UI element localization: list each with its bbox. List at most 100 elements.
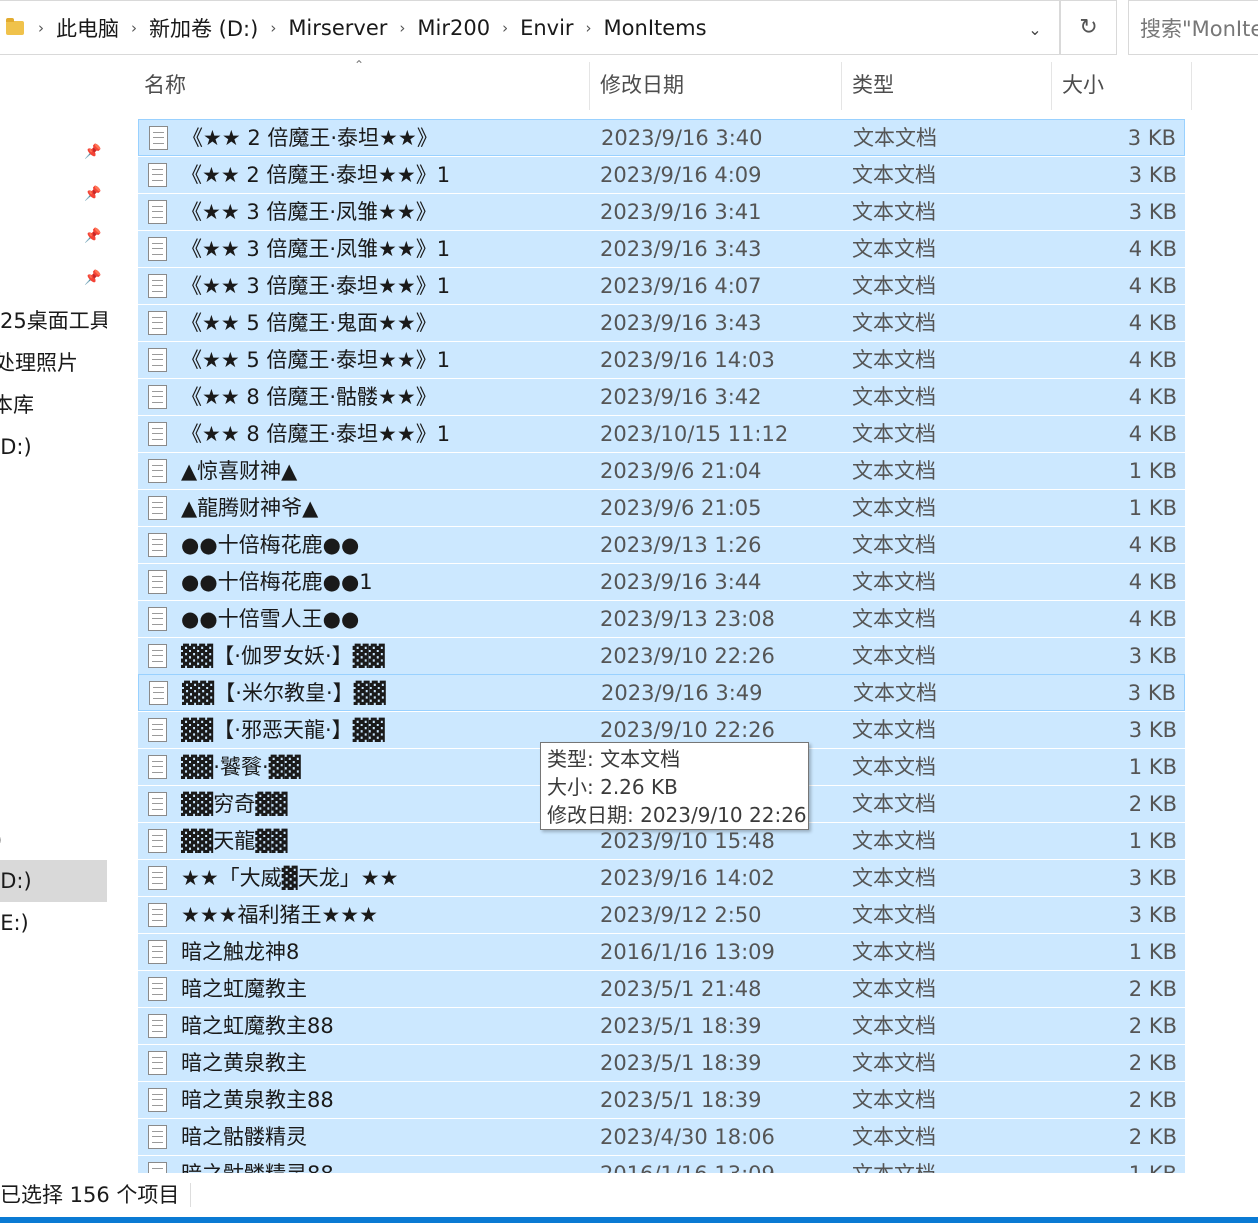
search-input[interactable]: 搜索"MonItems"	[1128, 0, 1258, 55]
pin-icon: 📌	[84, 186, 102, 202]
file-row[interactable]: 暗之虹魔教主 2023/5/1 21:48 文本文档 2 KB	[138, 970, 1185, 1007]
chevron-right-icon[interactable]: ›	[582, 19, 596, 37]
column-header-name[interactable]: 名称	[138, 62, 590, 110]
file-row[interactable]: 暗之黄泉教主88 2023/5/1 18:39 文本文档 2 KB	[138, 1081, 1185, 1118]
file-row[interactable]: 《★★ 5 倍魔王·泰坦★★》1 2023/9/16 14:03 文本文档 4 KB	[138, 341, 1185, 378]
file-name: 暗之骷髅精灵88	[181, 1156, 591, 1173]
breadcrumb-mir200[interactable]: Mir200	[409, 16, 498, 40]
chevron-right-icon[interactable]: ›	[266, 19, 280, 37]
file-size: 1 KB	[1128, 496, 1177, 520]
file-row[interactable]: ★★「大威▓天龙」★★ 2023/9/16 14:02 文本文档 3 KB	[138, 859, 1185, 896]
file-type: 文本文档	[852, 940, 936, 964]
navigation-pane: 📌 📌 📌 📌 25桌面工具 处理照片 本库 (D:) ) (D:) (E:)	[0, 56, 110, 1173]
file-row[interactable]: 暗之骷髅精灵88 2016/1/16 13:09 文本文档 1 KB	[138, 1155, 1185, 1173]
text-file-icon	[148, 385, 167, 409]
nav-item-drive-d[interactable]: (D:)	[0, 426, 99, 468]
breadcrumb-this-pc[interactable]: 此电脑	[48, 13, 127, 43]
chevron-down-icon[interactable]: ⌄	[1020, 15, 1050, 43]
file-size: 4 KB	[1128, 570, 1177, 594]
file-row[interactable]: 《★★ 2 倍魔王·泰坦★★》 2023/9/16 3:40 文本文档 3 KB	[138, 119, 1185, 156]
file-name: ▲龍腾财神爷▲	[181, 496, 319, 520]
file-name: ▓▓穷奇▓▓	[181, 792, 288, 816]
file-name: 《★★ 3 倍魔王·泰坦★★》1	[181, 274, 451, 298]
file-type: 文本文档	[852, 829, 936, 853]
file-size: 1 KB	[1128, 459, 1177, 483]
file-row[interactable]: 暗之黄泉教主 2023/5/1 18:39 文本文档 2 KB	[138, 1044, 1185, 1081]
column-header-date[interactable]: 修改日期	[594, 62, 842, 110]
file-name: 《★★ 5 倍魔王·鬼面★★》	[181, 311, 437, 335]
file-type: 文本文档	[853, 681, 937, 705]
file-type: 文本文档	[852, 311, 936, 335]
file-size: 4 KB	[1128, 607, 1177, 631]
file-row[interactable]: 暗之骷髅精灵 2023/4/30 18:06 文本文档 2 KB	[138, 1118, 1185, 1155]
breadcrumb-monitems[interactable]: MonItems	[596, 16, 715, 40]
file-row[interactable]: ●●十倍梅花鹿●●1 2023/9/16 3:44 文本文档 4 KB	[138, 563, 1185, 600]
file-row[interactable]: ★★★福利猪王★★★ 2023/9/12 2:50 文本文档 3 KB	[138, 896, 1185, 933]
text-file-icon	[148, 903, 167, 927]
text-file-icon	[148, 866, 167, 890]
file-row[interactable]: ▲惊喜财神▲ 2023/9/6 21:04 文本文档 1 KB	[138, 452, 1185, 489]
file-name: 暗之骷髅精灵	[181, 1125, 307, 1149]
nav-item-photos[interactable]: 处理照片	[0, 342, 101, 384]
file-size: 4 KB	[1128, 237, 1177, 261]
file-row[interactable]: 《★★ 8 倍魔王·泰坦★★》1 2023/10/15 11:12 文本文档 4 KB	[138, 415, 1185, 452]
chevron-right-icon[interactable]: ›	[34, 19, 48, 37]
file-size: 2 KB	[1128, 1051, 1177, 1075]
file-type: 文本文档	[852, 163, 936, 187]
file-row[interactable]: ●●十倍雪人王●● 2023/9/13 23:08 文本文档 4 KB	[138, 600, 1185, 637]
file-type: 文本文档	[852, 459, 936, 483]
file-row[interactable]: ▲龍腾财神爷▲ 2023/9/6 21:05 文本文档 1 KB	[138, 489, 1185, 526]
text-file-icon	[149, 681, 168, 705]
file-row[interactable]: 暗之触龙神8 2016/1/16 13:09 文本文档 1 KB	[138, 933, 1185, 970]
file-row[interactable]: ▓▓【·伽罗女妖·】▓▓ 2023/9/10 22:26 文本文档 3 KB	[138, 637, 1185, 674]
file-size: 1 KB	[1128, 755, 1177, 779]
nav-item-drive-d-selected[interactable]: (D:)	[0, 860, 107, 902]
file-tooltip: 类型: 文本文档 大小: 2.26 KB 修改日期: 2023/9/10 22:…	[540, 742, 809, 830]
file-size: 1 KB	[1129, 1156, 1177, 1173]
file-type: 文本文档	[852, 866, 936, 890]
file-row[interactable]: ●●十倍梅花鹿●● 2023/9/13 1:26 文本文档 4 KB	[138, 526, 1185, 563]
nav-item-unknown[interactable]: )	[0, 819, 101, 861]
text-file-icon	[148, 459, 167, 483]
chevron-right-icon[interactable]: ›	[498, 19, 512, 37]
address-bar[interactable]: › 此电脑 › 新加卷 (D:) › Mirserver › Mir200 › …	[0, 0, 1060, 55]
breadcrumb-envir[interactable]: Envir	[512, 16, 581, 40]
text-file-icon	[148, 200, 167, 224]
file-name: ▓▓【·米尔教皇·】▓▓	[182, 681, 386, 705]
file-date: 2023/9/13 23:08	[600, 607, 775, 631]
file-row[interactable]: ▓▓【·米尔教皇·】▓▓ 2023/9/16 3:49 文本文档 3 KB	[138, 674, 1185, 711]
file-name: ▓▓【·邪恶天龍·】▓▓	[181, 718, 385, 742]
text-file-icon	[148, 1051, 167, 1075]
file-row[interactable]: 《★★ 3 倍魔王·泰坦★★》1 2023/9/16 4:07 文本文档 4 KB	[138, 267, 1185, 304]
nav-item-drive-e[interactable]: (E:)	[0, 902, 107, 944]
file-row[interactable]: 《★★ 8 倍魔王·骷髅★★》 2023/9/16 3:42 文本文档 4 KB	[138, 378, 1185, 415]
breadcrumb-mirserver[interactable]: Mirserver	[280, 16, 395, 40]
refresh-button[interactable]: ↻	[1060, 0, 1117, 55]
file-date: 2023/9/16 3:43	[600, 311, 762, 335]
file-row[interactable]: 暗之虹魔教主88 2023/5/1 18:39 文本文档 2 KB	[138, 1007, 1185, 1044]
file-row[interactable]: 《★★ 3 倍魔王·凤雏★★》 2023/9/16 3:41 文本文档 3 KB	[138, 193, 1185, 230]
file-date: 2023/9/16 4:09	[600, 163, 762, 187]
file-size: 2 KB	[1128, 792, 1177, 816]
file-type: 文本文档	[852, 533, 936, 557]
address-bar-area: › 此电脑 › 新加卷 (D:) › Mirserver › Mir200 › …	[0, 0, 1258, 56]
breadcrumb-drive-d[interactable]: 新加卷 (D:)	[141, 13, 266, 43]
file-name: ▓▓天龍▓▓	[181, 829, 288, 853]
file-date: 2023/9/10 22:26	[600, 644, 775, 668]
file-name: 《★★ 8 倍魔王·骷髅★★》	[181, 385, 437, 409]
column-header-size[interactable]: 大小	[1056, 62, 1192, 110]
file-name: ▓▓【·伽罗女妖·】▓▓	[181, 644, 385, 668]
file-size: 4 KB	[1128, 311, 1177, 335]
file-size: 3 KB	[1127, 126, 1176, 150]
file-row[interactable]: 《★★ 5 倍魔王·鬼面★★》 2023/9/16 3:43 文本文档 4 KB	[138, 304, 1185, 341]
file-name: 暗之触龙神8	[181, 940, 300, 964]
chevron-right-icon[interactable]: ›	[127, 19, 141, 37]
nav-item-library[interactable]: 本库	[0, 384, 99, 426]
file-row[interactable]: 《★★ 2 倍魔王·泰坦★★》1 2023/9/16 4:09 文本文档 3 KB	[138, 156, 1185, 193]
file-type: 文本文档	[852, 792, 936, 816]
chevron-right-icon[interactable]: ›	[395, 19, 409, 37]
nav-item-desktop-tools[interactable]: 25桌面工具	[0, 300, 107, 342]
text-file-icon	[148, 1162, 167, 1173]
column-header-type[interactable]: 类型	[846, 62, 1052, 110]
file-row[interactable]: 《★★ 3 倍魔王·凤雏★★》1 2023/9/16 3:43 文本文档 4 KB	[138, 230, 1185, 267]
